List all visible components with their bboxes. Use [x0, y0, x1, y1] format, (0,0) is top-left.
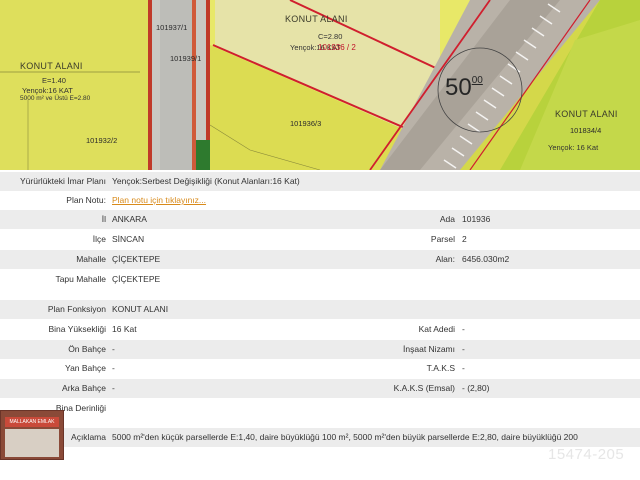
alan-value: 6456.030m2: [462, 254, 510, 264]
description-value: 5000 m²'den küçük parsellerde E:1,40, da…: [112, 432, 578, 442]
row-side-yard: Yan Bahçe - T.A.K.S -: [0, 359, 640, 378]
listing-watermark: 15474-205: [548, 446, 625, 463]
taks-label: T.A.K.S: [426, 363, 455, 373]
agency-storefront: [5, 429, 59, 457]
ilce-value: SİNCAN: [112, 234, 145, 244]
parcel-info-panel: Yürürlükteki İmar Planı Yençok:Serbest D…: [0, 170, 640, 480]
building-height-value: 16 Kat: [112, 324, 137, 334]
map-zone-title-left: KONUT ALANI: [20, 61, 83, 71]
kaks-value: - (2,80): [462, 383, 490, 393]
map-parcel-active[interactable]: 101936 / 2: [318, 44, 356, 52]
map-zone-emsal-center: C=2.80: [318, 32, 343, 41]
row-height-floors: Bina Yüksekliği 16 Kat Kat Adedi -: [0, 320, 640, 339]
row-tapu-mahalle: Tapu Mahalle ÇİÇEKTEPE: [0, 270, 640, 289]
building-height-label: Bina Yüksekliği: [48, 324, 107, 334]
map-parcel-left: 101932/2: [86, 136, 118, 145]
parsel-value: 2: [462, 234, 467, 244]
row-description: Açıklama 5000 m²'den küçük parsellerde E…: [0, 428, 640, 447]
il-label: İl: [101, 214, 106, 224]
building-depth-value: [112, 399, 317, 418]
plan-note-label: Plan Notu:: [66, 195, 106, 205]
map-zone-emsal-left: E=1.40: [42, 76, 66, 85]
map-zone-note-left: 5000 m² ve Üstü E=2.80: [20, 95, 91, 102]
map-zone-kat-right: Yençok: 16 Kat: [548, 143, 599, 152]
row-il-ada: İl ANKARA Ada 101936: [0, 210, 640, 229]
taks-value: -: [462, 363, 465, 373]
mahalle-value: ÇİÇEKTEPE: [112, 254, 161, 264]
construction-order-value: -: [462, 344, 465, 354]
map-parcel-center: 101936/3: [290, 119, 322, 128]
side-yard-label: Yan Bahçe: [65, 363, 106, 373]
current-plan-value: Yençok:Serbest Değişikliği (Konut Alanla…: [112, 176, 300, 186]
current-plan-label: Yürürlükteki İmar Planı: [20, 176, 106, 186]
row-current-plan: Yürürlükteki İmar Planı Yençok:Serbest D…: [0, 172, 640, 191]
row-back-yard: Arka Bahçe - K.A.K.S (Emsal) - (2,80): [0, 379, 640, 398]
plan-note-link[interactable]: Plan notu için tıklayınız...: [112, 191, 640, 210]
il-value: ANKARA: [112, 214, 147, 224]
map-parcel-top-a: 101937/1: [156, 23, 188, 32]
row-front-yard: Ön Bahçe - İnşaat Nizamı -: [0, 340, 640, 359]
road-width-label: 5000: [445, 74, 483, 101]
plan-function-value: KONUT ALANI: [112, 304, 169, 314]
row-ilce-parsel: İlçe SİNCAN Parsel 2: [0, 230, 640, 249]
agency-sign: MALLAKAN EMLAK: [5, 417, 59, 427]
parsel-label: Parsel: [430, 234, 455, 244]
floor-count-label: Kat Adedi: [418, 324, 455, 334]
floor-count-value: -: [462, 324, 465, 334]
back-yard-value: -: [112, 383, 115, 393]
alan-label: Alan:: [435, 254, 455, 264]
row-plan-note: Plan Notu: Plan notu için tıklayınız...: [0, 191, 640, 210]
map-parcel-top-b: 101939/1: [170, 54, 202, 63]
tapu-mahalle-value: ÇİÇEKTEPE: [112, 274, 161, 284]
ada-label: Ada: [439, 214, 455, 224]
front-yard-label: Ön Bahçe: [68, 344, 106, 354]
mahalle-label: Mahalle: [76, 254, 106, 264]
construction-order-label: İnşaat Nizamı: [403, 344, 455, 354]
map-zone-title-center: KONUT ALANI: [285, 14, 348, 24]
row-plan-function: Plan Fonksiyon KONUT ALANI: [0, 300, 640, 319]
map-parcel-right: 101834/4: [570, 126, 602, 135]
agency-thumbnail: MALLAKAN EMLAK: [0, 410, 64, 460]
zoning-map[interactable]: KONUT ALANI E=1.40 Yençok:16 KAT 5000 m²…: [0, 0, 640, 170]
map-zone-title-right: KONUT ALANI: [555, 109, 618, 119]
ada-value: 101936: [462, 214, 491, 224]
plan-function-label: Plan Fonksiyon: [47, 304, 106, 314]
back-yard-label: Arka Bahçe: [62, 383, 106, 393]
tapu-mahalle-label: Tapu Mahalle: [55, 274, 106, 284]
map-zone-kat-left: Yençok:16 KAT: [22, 86, 73, 95]
kaks-label: K.A.K.S (Emsal): [393, 383, 455, 393]
ilce-label: İlçe: [92, 234, 106, 244]
side-yard-value: -: [112, 363, 115, 373]
front-yard-value: -: [112, 344, 115, 354]
row-mahalle-alan: Mahalle ÇİÇEKTEPE Alan: 6456.030m2: [0, 250, 640, 269]
row-building-depth: Bina Derinliği: [0, 399, 640, 418]
